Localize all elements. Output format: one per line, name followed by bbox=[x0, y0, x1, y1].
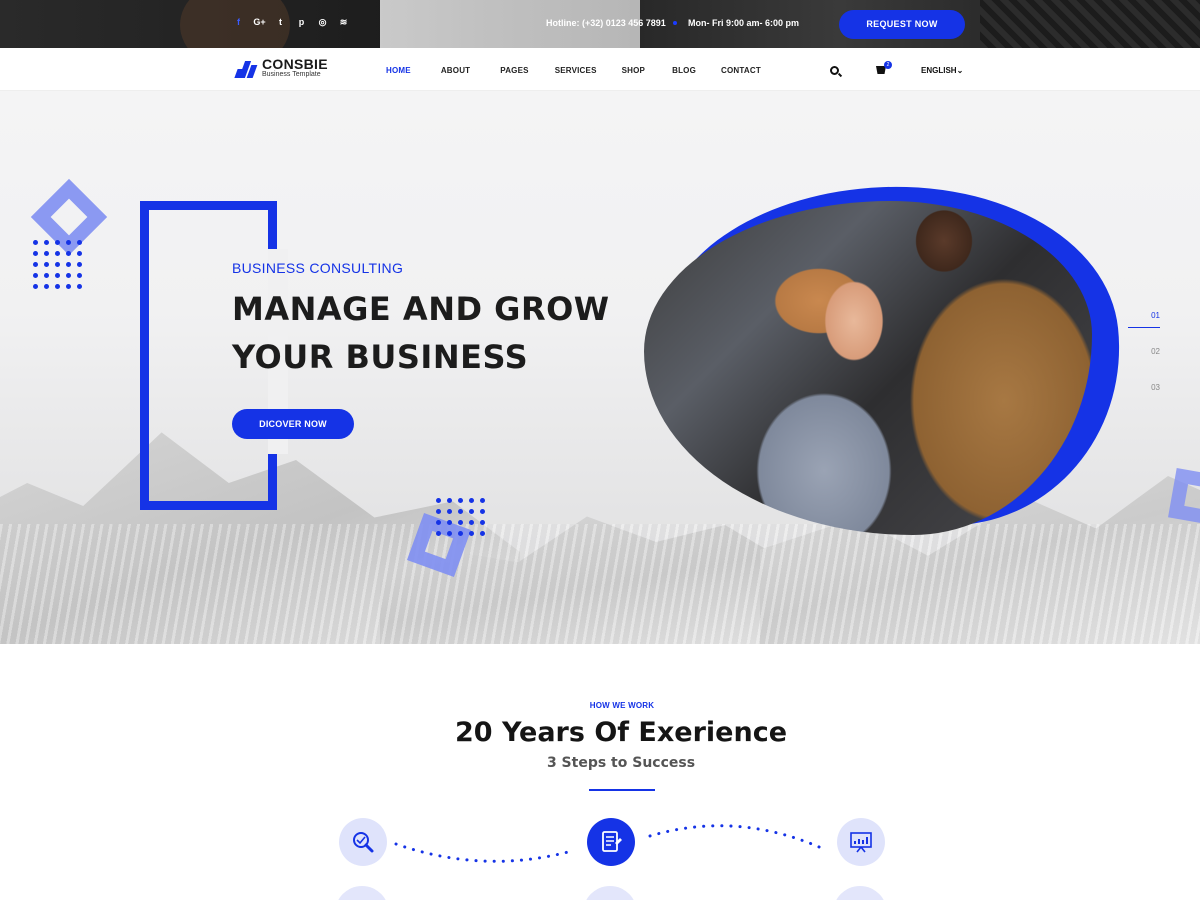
brand-name: CONSBIE bbox=[262, 56, 328, 72]
step-3-growth bbox=[837, 818, 885, 866]
logo-mark-icon bbox=[234, 58, 258, 78]
nav-item-shop[interactable]: SHOP bbox=[622, 66, 645, 75]
search-icon[interactable] bbox=[830, 66, 839, 75]
hero-meeting-photo bbox=[644, 201, 1092, 535]
step-connector-dots bbox=[648, 824, 828, 852]
hero-headline-line-2: YOUR BUSINESS bbox=[232, 338, 529, 376]
step-connector-dots bbox=[394, 842, 570, 863]
nav-item-about[interactable]: ABOUT bbox=[441, 66, 470, 75]
facebook-icon[interactable]: f bbox=[228, 17, 249, 28]
decor-dot-grid bbox=[33, 240, 82, 289]
hotline-text: Hotline: (+32) 0123 456 7891 bbox=[546, 18, 666, 28]
request-now-button[interactable]: REQUEST NOW bbox=[839, 10, 965, 39]
hero-section: BUSINESS CONSULTING MANAGE AND GROW YOUR… bbox=[0, 91, 1200, 644]
main-menu: HOME ABOUT PAGES SERVICES SHOP BLOG CONT… bbox=[386, 66, 761, 75]
nav-item-home[interactable]: HOME bbox=[386, 66, 411, 75]
decor-dot-grid bbox=[436, 498, 485, 536]
discover-now-button[interactable]: DICOVER NOW bbox=[232, 409, 354, 439]
nav-item-contact[interactable]: CONTACT bbox=[721, 66, 761, 75]
slide-number-01[interactable]: 01 bbox=[1128, 311, 1160, 320]
opening-hours-text: Mon- Fri 9:00 am- 6:00 pm bbox=[688, 18, 800, 28]
chevron-down-icon: ⌄ bbox=[956, 66, 964, 75]
slide-number-03[interactable]: 03 bbox=[1128, 383, 1160, 392]
brand-tagline: Business Template bbox=[262, 71, 321, 78]
slide-pagination: 01 02 03 bbox=[1128, 311, 1160, 419]
step-2-planning bbox=[587, 818, 635, 866]
twitter-icon[interactable]: t bbox=[270, 17, 291, 28]
card-top-decor bbox=[833, 886, 887, 900]
hero-headline-line-1: MANAGE AND GROW bbox=[232, 290, 610, 328]
language-label: ENGLISH bbox=[921, 66, 957, 75]
section-title: 20 Years Of Exerience bbox=[454, 717, 788, 748]
card-top-decor bbox=[335, 886, 389, 900]
step-1-analysis bbox=[339, 818, 387, 866]
google-plus-icon[interactable]: G+ bbox=[249, 17, 270, 28]
rss-icon[interactable]: ≋ bbox=[333, 17, 354, 28]
analysis-search-icon bbox=[353, 832, 374, 853]
hero-headline: MANAGE AND GROW YOUR BUSINESS bbox=[232, 285, 610, 381]
hero-kicker: BUSINESS CONSULTING bbox=[232, 260, 404, 276]
section-eyebrow: HOW WE WORK bbox=[589, 701, 655, 710]
main-navbar: CONSBIE Business Template HOME ABOUT PAG… bbox=[0, 48, 1200, 91]
nav-item-blog[interactable]: BLOG bbox=[672, 66, 696, 75]
planning-document-icon bbox=[602, 831, 622, 852]
snow-texture bbox=[0, 524, 1200, 644]
nav-item-pages[interactable]: PAGES bbox=[500, 66, 528, 75]
top-bar: f G+ t p ◎ ≋ Hotline: (+32) 0123 456 789… bbox=[0, 0, 1200, 48]
card-top-decor bbox=[583, 886, 637, 900]
nav-item-services[interactable]: SERVICES bbox=[555, 66, 597, 75]
instagram-icon[interactable]: ◎ bbox=[312, 17, 333, 28]
language-selector[interactable]: ENGLISH⌄ bbox=[921, 66, 963, 75]
section-underline bbox=[589, 789, 655, 791]
slide-number-02[interactable]: 02 bbox=[1128, 347, 1160, 356]
cart-count-badge: 2 bbox=[884, 61, 892, 69]
section-subtitle: 3 Steps to Success bbox=[546, 755, 696, 771]
pinterest-icon[interactable]: p bbox=[291, 17, 312, 28]
topbar-background-keyboard bbox=[980, 0, 1200, 48]
social-links: f G+ t p ◎ ≋ bbox=[228, 17, 354, 28]
decor-diamond bbox=[1168, 468, 1200, 526]
separator-dot bbox=[673, 21, 677, 25]
growth-chart-icon bbox=[850, 832, 872, 853]
site-logo[interactable]: CONSBIE Business Template bbox=[234, 57, 328, 79]
